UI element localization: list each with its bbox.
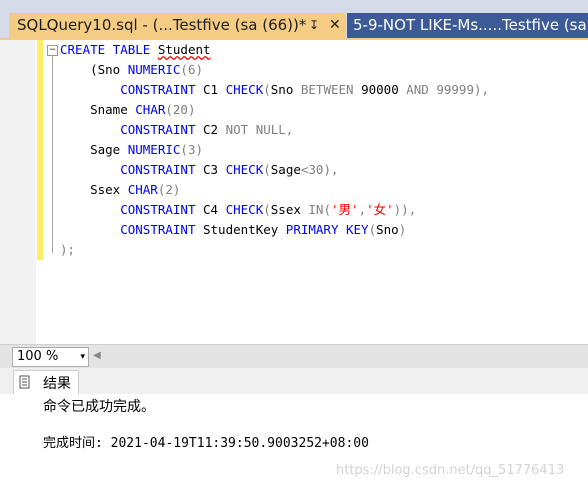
- code-token: Sno: [270, 82, 301, 97]
- code-token: CONSTRAINT: [120, 162, 196, 177]
- code-token: );: [60, 242, 76, 257]
- code-token: Sage: [270, 162, 301, 177]
- code-token: C2: [195, 122, 226, 137]
- code-token: CONSTRAINT: [120, 202, 196, 217]
- code-token: CHECK: [225, 202, 264, 217]
- code-token: AND: [406, 82, 429, 97]
- code-token: PRIMARY KEY: [285, 222, 369, 237]
- code-token: StudentKey: [195, 222, 286, 237]
- code-token: 90000: [353, 82, 407, 97]
- tab-sqlquery10[interactable]: SQLQuery10.sql - (...Testfive (sa (66))*…: [9, 13, 346, 38]
- results-tab-bar: 结果: [0, 368, 588, 394]
- code-line: CONSTRAINT C3 CHECK(Sage<30),: [60, 160, 339, 180]
- code-token: NUMERIC: [127, 62, 181, 77]
- tab-results[interactable]: 结果: [13, 370, 79, 394]
- code-token: Sno: [376, 222, 399, 237]
- code-token: (: [368, 222, 377, 237]
- code-token: CHAR: [135, 102, 166, 117]
- results-tab-label: 结果: [43, 376, 71, 392]
- code-line: CONSTRAINT C2 NOT NULL,: [60, 120, 293, 140]
- code-token: CONSTRAINT: [120, 222, 196, 237]
- zoom-dropdown[interactable]: 100 % ▾: [12, 347, 89, 367]
- code-token: CHECK: [225, 82, 264, 97]
- code-token: 99999: [428, 82, 474, 97]
- code-token: (20): [165, 102, 196, 117]
- code-token: <30),: [300, 162, 339, 177]
- code-token: C3: [195, 162, 226, 177]
- code-line: CONSTRAINT StudentKey PRIMARY KEY(Sno): [60, 220, 406, 240]
- code-token: (: [323, 202, 331, 217]
- result-message: 命令已成功完成。: [43, 399, 155, 415]
- change-tracking-bar: [37, 40, 43, 260]
- code-line: Ssex CHAR(2): [60, 180, 180, 200]
- code-token: Ssex: [60, 182, 128, 197]
- code-line: CONSTRAINT C4 CHECK(Ssex IN('男','女')),: [60, 200, 416, 220]
- tab-title: SQLQuery10.sql - (...Testfive (sa (66))*: [17, 16, 307, 34]
- pin-icon[interactable]: ↧: [309, 13, 319, 38]
- code-token: (: [263, 82, 271, 97]
- tab-5-9-not-like[interactable]: 5-9-NOT LIKE-Ms.....Testfive (sa (65: [347, 13, 588, 38]
- watermark: https://blog.csdn.net/qq_51776413: [336, 463, 565, 478]
- code-token: CHAR: [127, 182, 158, 197]
- code-token: CREATE TABLE: [60, 42, 151, 57]
- zoom-value: 100 %: [17, 349, 59, 364]
- code-token: (2): [157, 182, 181, 197]
- chevron-down-icon: ▾: [80, 352, 85, 362]
- code-token: ,: [358, 202, 367, 217]
- close-icon[interactable]: ✕: [329, 13, 341, 38]
- code-token: CONSTRAINT: [120, 82, 196, 97]
- editor-status-bar: 100 % ▾ ◀: [0, 344, 588, 368]
- code-line: Sname CHAR(20): [60, 100, 195, 120]
- scroll-left-icon[interactable]: ◀: [93, 350, 101, 361]
- code-line: (Sno NUMERIC(6): [60, 60, 203, 80]
- code-token: Sage: [60, 142, 128, 157]
- code-token: Sname: [60, 102, 136, 117]
- messages-icon: [19, 375, 30, 389]
- code-token: IN: [308, 202, 324, 217]
- code-token: BETWEEN: [300, 82, 354, 97]
- code-token: Ssex: [270, 202, 309, 217]
- collapse-icon[interactable]: −: [47, 45, 58, 56]
- code-token: ): [398, 222, 407, 237]
- code-token: C4: [195, 202, 226, 217]
- code-line: CREATE TABLE Student: [60, 40, 211, 60]
- code-token: (: [263, 162, 271, 177]
- code-line: CONSTRAINT C1 CHECK(Sno BETWEEN 90000 AN…: [60, 80, 489, 100]
- code-token: )),: [393, 202, 417, 217]
- code-token: ),: [473, 82, 490, 97]
- code-token: NOT NULL,: [225, 122, 294, 137]
- editor-margin: [0, 40, 36, 344]
- query-editor[interactable]: − CREATE TABLE Student (Sno NUMERIC(6) C…: [0, 40, 588, 344]
- code-token: (6): [180, 62, 203, 77]
- code-token: NUMERIC: [127, 142, 181, 157]
- code-line: );: [60, 240, 75, 260]
- completion-time: 完成时间: 2021-04-19T11:39:50.9003252+08:00: [43, 436, 369, 451]
- code-token: (3): [180, 142, 203, 157]
- tab-title: 5-9-NOT LIKE-Ms.....Testfive (sa (65: [353, 16, 588, 34]
- document-tab-bar: SQLQuery10.sql - (...Testfive (sa (66))*…: [0, 0, 588, 38]
- code-token: CONSTRAINT: [120, 122, 196, 137]
- code-token: '男': [331, 202, 359, 217]
- code-token: CHECK: [225, 162, 264, 177]
- code-token: '女': [366, 202, 394, 217]
- code-token: (Sno: [60, 62, 128, 77]
- results-pane: 命令已成功完成。 完成时间: 2021-04-19T11:39:50.90032…: [0, 394, 588, 491]
- code-token: Student: [157, 42, 211, 57]
- code-line: Sage NUMERIC(3): [60, 140, 203, 160]
- outline-line: [52, 56, 53, 253]
- code-token: C1: [195, 82, 226, 97]
- code-token: (: [263, 202, 271, 217]
